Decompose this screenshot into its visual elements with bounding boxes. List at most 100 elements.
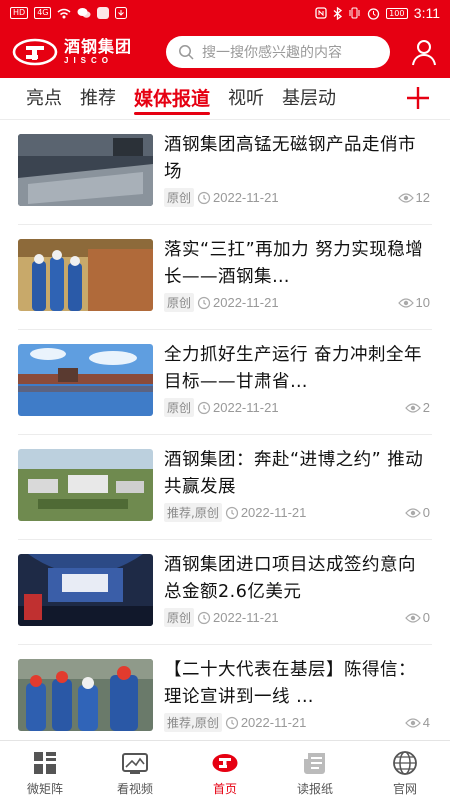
clock-icon bbox=[197, 191, 211, 204]
view-count-value: 10 bbox=[415, 295, 430, 310]
vibrate-icon bbox=[349, 7, 360, 19]
nav-label: 读报纸 bbox=[296, 782, 333, 796]
download-icon bbox=[115, 7, 128, 19]
view-count-value: 0 bbox=[422, 505, 430, 520]
news-tag: 原创 bbox=[164, 398, 195, 417]
search-placeholder: 搜一搜你感兴趣的内容 bbox=[202, 45, 342, 61]
grid-icon bbox=[34, 752, 56, 774]
view-count-value: 2 bbox=[422, 400, 430, 415]
news-thumbnail-aerial-complex bbox=[18, 449, 153, 521]
news-title: 酒钢集团高锰无磁钢产品走俏市场 bbox=[164, 135, 416, 182]
wechat-icon bbox=[77, 8, 91, 18]
news-tag: 推荐,原创 bbox=[164, 503, 222, 522]
view-count-value: 0 bbox=[422, 610, 430, 625]
eye-icon bbox=[404, 717, 421, 728]
bluetooth-icon bbox=[333, 6, 342, 20]
view-count: 4 bbox=[404, 715, 430, 730]
nav-label: 官网 bbox=[392, 782, 417, 796]
app-header: 酒钢集团 JISCO 搜一搜你感兴趣的内容 bbox=[0, 26, 450, 78]
jisco-logo[interactable]: 酒钢集团 JISCO bbox=[12, 38, 156, 66]
view-count: 0 bbox=[404, 610, 430, 625]
news-date: 2022-11-21 bbox=[213, 190, 279, 205]
news-item[interactable]: 全力抓好生产运行 奋力冲刺全年目标——甘肃省… 原创 2022-11-21 2 bbox=[18, 330, 432, 435]
search-icon bbox=[179, 45, 194, 60]
tab-highlights[interactable]: 亮点 bbox=[26, 79, 62, 119]
news-item[interactable]: 落实“三扛”再加力 努力实现稳增长——酒钢集… 原创 2022-11-21 10 bbox=[18, 225, 432, 330]
news-title: 全力抓好生产运行 奋力冲刺全年目标——甘肃省… bbox=[164, 345, 423, 392]
news-tag: 推荐,原创 bbox=[164, 713, 222, 732]
eye-icon bbox=[397, 192, 414, 203]
news-date: 2022-11-21 bbox=[213, 295, 279, 310]
view-count: 0 bbox=[404, 505, 430, 520]
news-item[interactable]: 酒钢集团：奔赴“进博之约” 推动共赢发展 推荐,原创 2022-11-21 0 bbox=[18, 435, 432, 540]
logo-chinese-text: 酒钢集团 bbox=[64, 37, 133, 56]
news-thumbnail-expo-hall bbox=[18, 554, 153, 626]
nav-home[interactable]: 首页 bbox=[180, 741, 270, 800]
news-item[interactable]: 酒钢集团高锰无磁钢产品走俏市场 原创 2022-11-21 12 bbox=[18, 120, 432, 225]
clock-icon bbox=[225, 506, 238, 519]
news-date: 2022-11-21 bbox=[240, 505, 307, 520]
clock-time: 3:11 bbox=[413, 5, 440, 21]
status-bar: HD 4G 100 3:11 bbox=[0, 0, 450, 26]
category-tabs: 亮点 推荐 媒体报道 视听 基层动 bbox=[0, 78, 450, 120]
news-thumbnail-steel-plant bbox=[18, 134, 153, 206]
clock-icon bbox=[197, 296, 211, 309]
news-date: 2022-11-21 bbox=[240, 715, 307, 730]
video-icon bbox=[122, 753, 148, 774]
user-profile-icon[interactable] bbox=[410, 38, 438, 66]
eye-icon bbox=[404, 402, 421, 413]
clock-icon bbox=[197, 611, 211, 624]
view-count: 10 bbox=[397, 295, 430, 310]
eye-icon bbox=[404, 612, 421, 623]
logo-english-text: JISCO bbox=[64, 56, 114, 65]
clock-icon bbox=[197, 401, 211, 414]
nav-label: 微矩阵 bbox=[26, 782, 63, 796]
eye-icon bbox=[397, 297, 414, 308]
nav-label: 看视频 bbox=[116, 782, 153, 796]
news-title: 酒钢集团：奔赴“进博之约” 推动共赢发展 bbox=[164, 450, 424, 497]
alarm-icon bbox=[367, 7, 379, 20]
news-thumbnail-workers-group bbox=[18, 659, 153, 731]
nav-watch-video[interactable]: 看视频 bbox=[90, 741, 180, 800]
news-item[interactable]: 酒钢集团进口项目达成签约意向 总金额2.6亿美元 原创 2022-11-21 0 bbox=[18, 540, 432, 645]
news-thumbnail-workers-in-plant bbox=[18, 239, 153, 311]
jisco-logo-icon bbox=[12, 38, 58, 66]
battery-icon: 100 bbox=[385, 7, 408, 19]
app-notification-icon bbox=[97, 7, 110, 19]
nav-official-site[interactable]: 官网 bbox=[360, 741, 450, 800]
news-date: 2022-11-21 bbox=[213, 610, 279, 625]
news-tag: 原创 bbox=[164, 293, 195, 312]
view-count-value: 12 bbox=[415, 190, 430, 205]
add-channel-icon[interactable] bbox=[404, 84, 432, 112]
news-list: 酒钢集团高锰无磁钢产品走俏市场 原创 2022-11-21 12 落实“三扛”再… bbox=[0, 120, 450, 740]
newspaper-icon bbox=[304, 753, 325, 774]
hd-indicator: HD bbox=[10, 7, 29, 19]
eye-icon bbox=[404, 507, 421, 518]
news-title: 【二十大代表在基层】陈得信：理论宣讲到一线 … bbox=[164, 660, 416, 707]
tab-grassroots[interactable]: 基层动 bbox=[282, 79, 336, 119]
tab-media-reports[interactable]: 媒体报道 bbox=[134, 79, 211, 119]
tab-audio-video[interactable]: 视听 bbox=[228, 79, 264, 119]
nav-micro-matrix[interactable]: 微矩阵 bbox=[0, 741, 90, 800]
news-title: 落实“三扛”再加力 努力实现稳增长——酒钢集… bbox=[164, 240, 424, 287]
view-count: 12 bbox=[397, 190, 430, 205]
tab-recommend[interactable]: 推荐 bbox=[80, 79, 116, 119]
news-thumbnail-industrial-lake bbox=[18, 344, 153, 416]
globe-icon bbox=[393, 751, 417, 775]
news-date: 2022-11-21 bbox=[213, 400, 279, 415]
wifi-icon bbox=[58, 8, 71, 18]
bottom-navigation: 微矩阵 看视频 首页 读报纸 官网 bbox=[0, 740, 450, 800]
nfc-icon bbox=[315, 7, 327, 19]
news-tag: 原创 bbox=[164, 188, 195, 207]
news-item[interactable]: 【二十大代表在基层】陈得信：理论宣讲到一线 … 推荐,原创 2022-11-21… bbox=[18, 645, 432, 740]
news-tag: 原创 bbox=[164, 608, 195, 627]
nav-read-newspaper[interactable]: 读报纸 bbox=[270, 741, 360, 800]
home-logo-icon bbox=[212, 754, 238, 772]
network-indicator: 4G bbox=[34, 7, 52, 19]
view-count-value: 4 bbox=[422, 715, 430, 730]
view-count: 2 bbox=[404, 400, 430, 415]
nav-label: 首页 bbox=[212, 782, 237, 796]
clock-icon bbox=[225, 716, 238, 729]
search-input[interactable]: 搜一搜你感兴趣的内容 bbox=[166, 36, 390, 68]
news-title: 酒钢集团进口项目达成签约意向 总金额2.6亿美元 bbox=[164, 555, 416, 602]
